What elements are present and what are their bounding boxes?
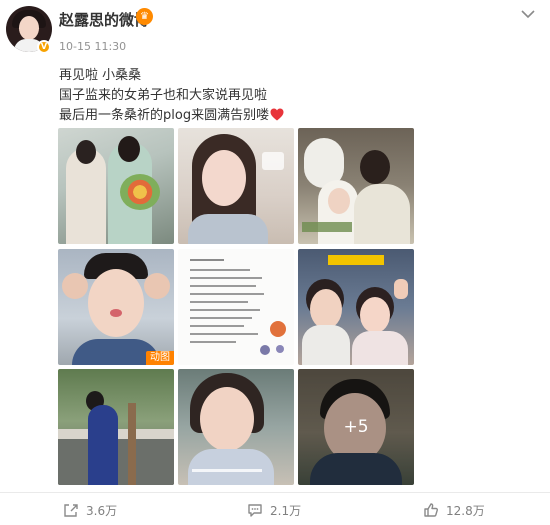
- photo-3[interactable]: [298, 128, 414, 244]
- post-text-line-3: 最后用一条桑祈的plog来圆满告别喽: [59, 104, 284, 123]
- post-text-line-1: 再见啦 小桑桑: [59, 68, 142, 83]
- gif-badge: 动图: [146, 351, 174, 365]
- photo-1[interactable]: [58, 128, 174, 244]
- weibo-post-card: V 赵露思的微博 ♛ 10-15 11:30 再见啦 小桑桑 国子监来的女弟子也…: [0, 0, 550, 525]
- comment-count: 2.1万: [270, 504, 302, 518]
- photo-4[interactable]: 动图: [58, 249, 174, 365]
- photo-7[interactable]: [58, 369, 174, 485]
- like-count: 12.8万: [446, 504, 485, 518]
- verified-badge-icon: V: [37, 40, 51, 54]
- comment-icon: [248, 504, 262, 517]
- thumbs-up-icon: [424, 503, 438, 517]
- member-crown-icon: ♛: [136, 8, 153, 25]
- photo-2[interactable]: [178, 128, 294, 244]
- post-text-line-3-text: 最后用一条桑祈的plog来圆满告别喽: [59, 108, 270, 123]
- share-button[interactable]: 3.6万: [63, 502, 117, 520]
- share-count: 3.6万: [86, 504, 118, 518]
- chevron-down-icon[interactable]: [520, 8, 536, 20]
- comment-button[interactable]: 2.1万: [247, 502, 301, 520]
- like-button[interactable]: 12.8万: [423, 502, 485, 520]
- post-text-line-2: 国子监来的女弟子也和大家说再见啦: [59, 88, 268, 103]
- action-divider: [0, 492, 550, 493]
- more-images-overlay[interactable]: +5: [298, 369, 414, 485]
- photo-8[interactable]: [178, 369, 294, 485]
- heart-icon: [270, 108, 284, 121]
- photo-9[interactable]: +5: [298, 369, 414, 485]
- photo-5[interactable]: [178, 249, 294, 365]
- share-icon: [64, 504, 78, 517]
- post-timestamp[interactable]: 10-15 11:30: [59, 40, 126, 53]
- photo-6[interactable]: [298, 249, 414, 365]
- author-name[interactable]: 赵露思的微博: [59, 9, 149, 30]
